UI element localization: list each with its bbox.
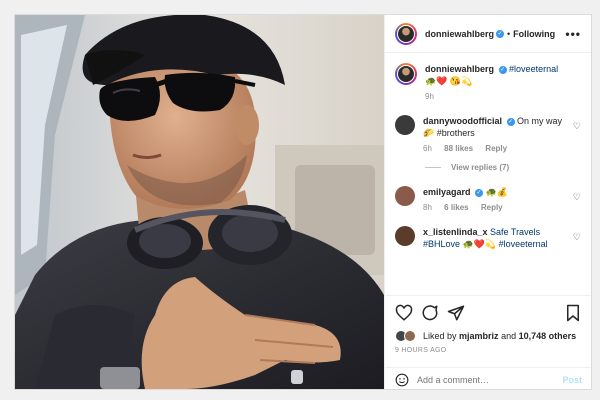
comment-likes[interactable]: 6 likes <box>444 203 468 212</box>
caption-body: donniewahlberg ✓ #loveeternal 🐢❤️ 😘💫 9h <box>425 63 581 103</box>
likes-joiner: and <box>501 331 517 341</box>
caption-time: 9h <box>425 92 434 101</box>
comment-body: emilyagard ✓ 🐢💰 8h 6 likes Reply <box>423 186 581 214</box>
comment-body: x_listenlinda_x Safe Travels #BHLove 🐢❤️… <box>423 226 581 250</box>
heart-icon[interactable] <box>395 304 413 322</box>
comments-list[interactable]: donniewahlberg ✓ #loveeternal 🐢❤️ 😘💫 9h … <box>385 53 591 285</box>
post-photo[interactable] <box>15 15 384 389</box>
view-replies-line <box>425 167 441 168</box>
separator-dot: • <box>507 28 511 39</box>
add-comment-input[interactable] <box>417 374 563 385</box>
view-replies-button[interactable]: View replies (7) <box>425 163 581 172</box>
author-username[interactable]: donniewahlberg <box>425 29 494 39</box>
post-actions: Liked by mjambriz and 10,748 others 9 HO… <box>385 295 591 354</box>
comment-item: emilyagard ✓ 🐢💰 8h 6 likes Reply ♡ <box>395 186 581 214</box>
reply-button[interactable]: Reply <box>485 144 507 153</box>
emoji-icon[interactable] <box>395 373 409 387</box>
post-timestamp[interactable]: 9 HOURS AGO <box>395 347 582 354</box>
comment-like-heart-icon[interactable]: ♡ <box>573 192 581 203</box>
post-comment-button[interactable]: Post <box>562 375 582 385</box>
likes-prefix: Liked by <box>423 331 457 341</box>
comment-time: 6h <box>423 144 432 153</box>
comment-item: x_listenlinda_x Safe Travels #BHLove 🐢❤️… <box>395 226 581 250</box>
comment-icon[interactable] <box>421 304 439 322</box>
bookmark-icon[interactable] <box>564 304 582 322</box>
comment-username[interactable]: emilyagard <box>423 187 471 197</box>
liker-username[interactable]: mjambriz <box>459 331 499 341</box>
selfie-image <box>15 15 384 389</box>
more-options-icon[interactable]: ••• <box>565 27 581 41</box>
following-button[interactable]: Following <box>513 29 555 39</box>
comment-username[interactable]: dannywoodofficial <box>423 116 502 126</box>
post-header: donniewahlberg ✓ • Following ••• <box>385 15 591 53</box>
caption-username[interactable]: donniewahlberg <box>425 64 494 74</box>
comment-username[interactable]: x_listenlinda_x <box>423 227 488 237</box>
verified-badge-icon: ✓ <box>496 29 505 38</box>
caption-avatar[interactable] <box>395 63 417 85</box>
comment-item: dannywoodofficial ✓ On my way 🌮 #brother… <box>395 115 581 155</box>
comment-like-heart-icon[interactable]: ♡ <box>573 232 581 243</box>
reply-button[interactable]: Reply <box>481 203 503 212</box>
share-icon[interactable] <box>447 304 465 322</box>
view-replies-label: View replies (7) <box>451 163 510 172</box>
verified-badge-icon: ✓ <box>475 188 484 197</box>
verified-badge-icon: ✓ <box>498 65 507 74</box>
action-icons <box>395 304 582 322</box>
verified-badge-icon: ✓ <box>506 117 515 126</box>
liker-avatars <box>395 330 419 342</box>
comment-likes[interactable]: 88 likes <box>444 144 473 153</box>
comment-text: 🐢💰 <box>485 187 508 197</box>
commenter-avatar[interactable] <box>395 226 415 246</box>
comment-like-heart-icon[interactable]: ♡ <box>573 121 581 132</box>
likes-count[interactable]: 10,748 others <box>519 331 577 341</box>
commenter-avatar[interactable] <box>395 115 415 135</box>
caption: donniewahlberg ✓ #loveeternal 🐢❤️ 😘💫 9h <box>395 63 581 103</box>
post-card: donniewahlberg ✓ • Following ••• donniew… <box>14 14 592 390</box>
post-side-panel: donniewahlberg ✓ • Following ••• donniew… <box>384 15 591 389</box>
comment-time: 8h <box>423 203 432 212</box>
author-avatar[interactable] <box>395 22 417 45</box>
add-comment-bar: Post <box>385 367 591 389</box>
commenter-avatar[interactable] <box>395 186 415 206</box>
comment-body: dannywoodofficial ✓ On my way 🌮 #brother… <box>423 115 581 155</box>
likes-summary: Liked by mjambriz and 10,748 others <box>395 330 582 342</box>
